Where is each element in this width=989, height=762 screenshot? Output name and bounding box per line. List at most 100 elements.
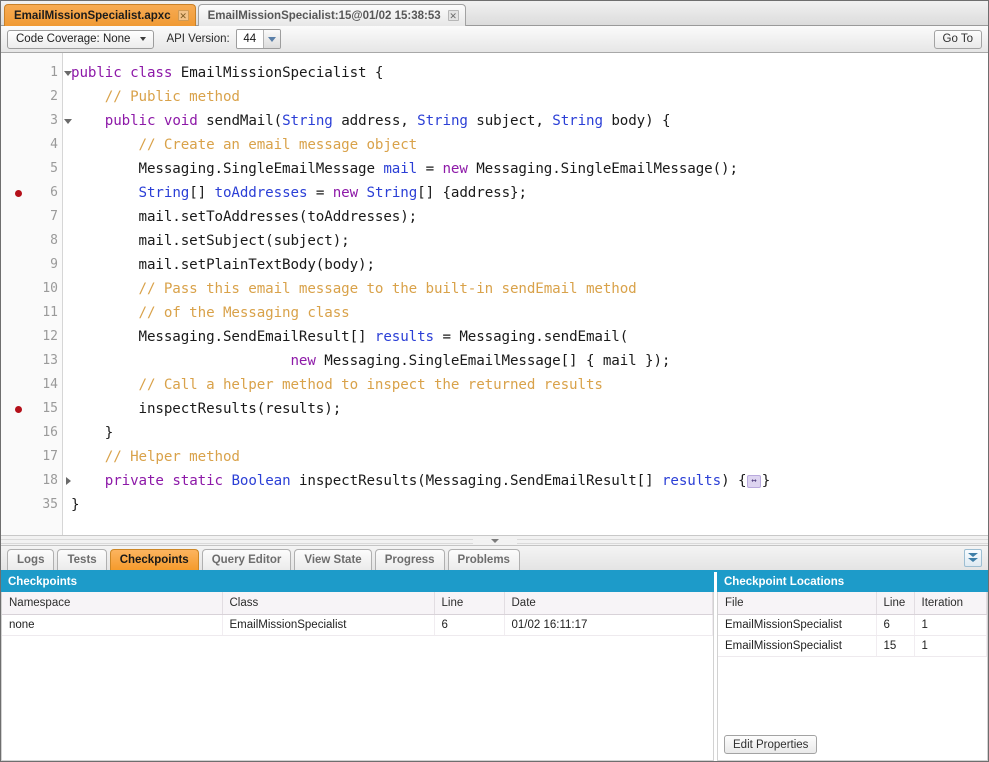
editor-gutter[interactable]: 1 2 3 4 5 6 7 8 9 10 11 12 13 14 15 16 17 18 35	[1, 53, 72, 535]
code-line-13[interactable]: new Messaging.SingleEmailMessage[] { mai…	[71, 349, 988, 373]
column-header[interactable]: Date	[504, 592, 713, 615]
code-line-3[interactable]: public void sendMail(String address, Str…	[71, 109, 988, 133]
gutter-line-8[interactable]: 8	[1, 229, 62, 253]
line-number: 7	[50, 209, 58, 224]
checkpoint-marker-icon[interactable]	[15, 190, 22, 197]
close-icon[interactable]: ✕	[177, 10, 189, 21]
gutter-line-15[interactable]: 15	[1, 397, 62, 421]
code-line-2[interactable]: // Public method	[71, 85, 988, 109]
column-header[interactable]: Line	[434, 592, 505, 615]
code-coverage-dropdown[interactable]: Code Coverage: None	[7, 29, 155, 49]
gutter-line-2[interactable]: 2	[1, 85, 62, 109]
gutter-line-18[interactable]: 18	[1, 469, 71, 493]
close-icon[interactable]: ✕	[447, 10, 459, 21]
file-tab-1[interactable]: EmailMissionSpecialist:15@01/02 15:38:53…	[197, 4, 466, 26]
tab-tests[interactable]: Tests	[57, 549, 107, 570]
tab-label: Problems	[457, 554, 510, 566]
checkpoint-locations-panel-body: File Line Iteration EmailMissionSpecialist…	[717, 592, 988, 761]
code-token: // of the Messaging class	[71, 305, 350, 321]
file-tab-label: EmailMissionSpecialist:15@01/02 15:38:53	[207, 9, 441, 22]
column-header[interactable]: Class	[222, 592, 435, 615]
gutter-line-5[interactable]: 5	[1, 157, 62, 181]
gutter-line-9[interactable]: 9	[1, 253, 62, 277]
code-line-35[interactable]: }	[71, 493, 988, 517]
line-number: 12	[42, 329, 58, 344]
line-number: 2	[50, 89, 58, 104]
code-line-12[interactable]: Messaging.SendEmailResult[] results = Me…	[71, 325, 988, 349]
gutter-line-4[interactable]: 4	[1, 133, 62, 157]
line-number: 35	[42, 497, 58, 512]
code-token: body) {	[602, 113, 671, 129]
go-to-button[interactable]: Go To	[933, 29, 982, 49]
checkpoint-locations-table-row[interactable]: EmailMissionSpecialist 15 1	[718, 635, 987, 657]
code-token: sendMail(	[197, 113, 283, 129]
line-number: 15	[42, 401, 58, 416]
column-header[interactable]: Line	[876, 592, 915, 615]
code-line-18[interactable]: private static Boolean inspectResults(Me…	[71, 469, 988, 493]
tab-checkpoints[interactable]: Checkpoints	[109, 549, 199, 570]
table-cell: EmailMissionSpecialist	[222, 614, 435, 636]
tab-logs[interactable]: Logs	[7, 549, 55, 570]
tab-progress[interactable]: Progress	[374, 549, 445, 570]
checkpoint-locations-table-row[interactable]: EmailMissionSpecialist 6 1	[718, 614, 987, 636]
expand-panel-button[interactable]	[964, 549, 982, 567]
gutter-line-35[interactable]: 35	[1, 493, 62, 517]
collapsed-block-icon[interactable]: ↔	[747, 475, 761, 488]
code-line-11[interactable]: // of the Messaging class	[71, 301, 988, 325]
gutter-line-7[interactable]: 7	[1, 205, 62, 229]
code-token: String	[282, 113, 333, 129]
column-header[interactable]: Iteration	[914, 592, 987, 615]
code-token: =	[307, 185, 333, 201]
column-header[interactable]: File	[718, 592, 877, 615]
code-content[interactable]: public class EmailMissionSpecialist { //…	[63, 53, 988, 535]
code-token: Messaging.SingleEmailMessage();	[467, 161, 738, 177]
checkpoints-table: Namespace Class Line Date none EmailMissionS…	[2, 592, 713, 636]
code-line-5[interactable]: Messaging.SingleEmailMessage mail = new …	[71, 157, 988, 181]
code-line-1[interactable]: public class EmailMissionSpecialist {	[71, 61, 988, 85]
api-version-value: 44	[236, 30, 263, 48]
gutter-line-17[interactable]: 17	[1, 445, 62, 469]
code-editor[interactable]: 1 2 3 4 5 6 7 8 9 10 11 12 13 14 15 16 17 18 35 public cla…	[1, 53, 988, 536]
code-line-14[interactable]: // Call a helper method to inspect the r…	[71, 373, 988, 397]
developer-console-window: EmailMissionSpecialist.apxc ✕ EmailMission…	[0, 0, 989, 762]
code-token: =	[417, 161, 443, 177]
gutter-line-11[interactable]: 11	[1, 301, 62, 325]
file-tab-label: EmailMissionSpecialist.apxc	[14, 9, 171, 22]
gutter-line-14[interactable]: 14	[1, 373, 62, 397]
code-line-7[interactable]: mail.setToAddresses(toAddresses);	[71, 205, 988, 229]
api-version-select[interactable]: 44	[235, 29, 281, 49]
code-token: inspectResults(Messaging.SendEmailResult…	[290, 473, 662, 489]
tab-problems[interactable]: Problems	[447, 549, 520, 570]
gutter-line-1[interactable]: 1	[1, 61, 72, 85]
code-line-6[interactable]: String[] toAddresses = new String[] {add…	[71, 181, 988, 205]
code-line-10[interactable]: // Pass this email message to the built-…	[71, 277, 988, 301]
gutter-line-3[interactable]: 3	[1, 109, 72, 133]
code-line-17[interactable]: // Helper method	[71, 445, 988, 469]
file-tab-0[interactable]: EmailMissionSpecialist.apxc ✕	[4, 4, 196, 26]
splitter-handle[interactable]	[472, 536, 517, 545]
checkpoints-table-body[interactable]: none EmailMissionSpecialist 6 01/02 16:11:1…	[2, 614, 713, 636]
checkpoint-locations-table-body[interactable]: EmailMissionSpecialist 6 1 EmailMissionSpec…	[718, 614, 987, 657]
code-line-4[interactable]: // Create an email message object	[71, 133, 988, 157]
column-header[interactable]: Namespace	[2, 592, 223, 615]
edit-properties-button[interactable]: Edit Properties	[724, 735, 818, 754]
code-token: results	[374, 329, 434, 345]
code-token: public	[104, 113, 156, 129]
gutter-line-6[interactable]: 6	[1, 181, 62, 205]
chevron-down-icon[interactable]	[262, 30, 280, 48]
tab-view-state[interactable]: View State	[294, 549, 372, 570]
code-line-9[interactable]: mail.setPlainTextBody(body);	[71, 253, 988, 277]
gutter-line-13[interactable]: 13	[1, 349, 62, 373]
code-token: Messaging.SendEmailResult[]	[71, 329, 375, 345]
code-line-8[interactable]: mail.setSubject(subject);	[71, 229, 988, 253]
gutter-line-12[interactable]: 12	[1, 325, 62, 349]
code-line-16[interactable]: }	[71, 421, 988, 445]
tab-query-editor[interactable]: Query Editor	[201, 549, 292, 570]
checkpoint-marker-icon[interactable]	[15, 406, 22, 413]
gutter-line-10[interactable]: 10	[1, 277, 62, 301]
panel-splitter[interactable]	[1, 536, 988, 546]
gutter-line-16[interactable]: 16	[1, 421, 62, 445]
checkpoints-table-row[interactable]: none EmailMissionSpecialist 6 01/02 16:11:1…	[2, 614, 713, 636]
code-line-15[interactable]: inspectResults(results);	[71, 397, 988, 421]
